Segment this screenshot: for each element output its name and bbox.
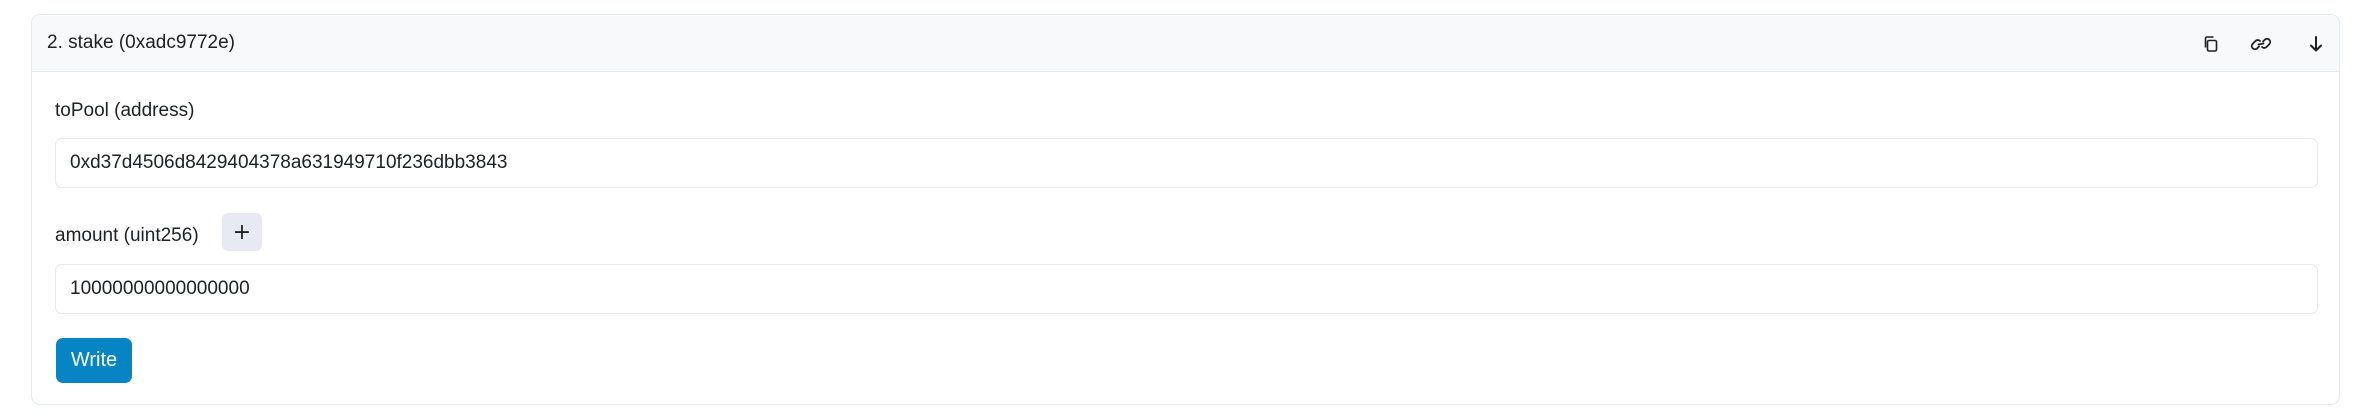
write-button[interactable]: Write: [56, 338, 132, 383]
topool-label: toPool (address): [55, 100, 195, 121]
link-icon[interactable]: [2248, 31, 2274, 57]
amount-input[interactable]: [55, 264, 2318, 314]
copy-icon[interactable]: [2198, 31, 2224, 57]
method-card: 2. stake (0xadc9772e) toPool (address) a…: [31, 14, 2340, 405]
add-amount-button[interactable]: +: [222, 213, 262, 251]
arrow-down-icon[interactable]: [2303, 31, 2329, 57]
amount-label: amount (uint256): [55, 225, 199, 246]
method-title[interactable]: 2. stake (0xadc9772e): [47, 32, 235, 54]
method-card-header[interactable]: 2. stake (0xadc9772e): [32, 15, 2339, 72]
topool-input[interactable]: [55, 138, 2318, 188]
